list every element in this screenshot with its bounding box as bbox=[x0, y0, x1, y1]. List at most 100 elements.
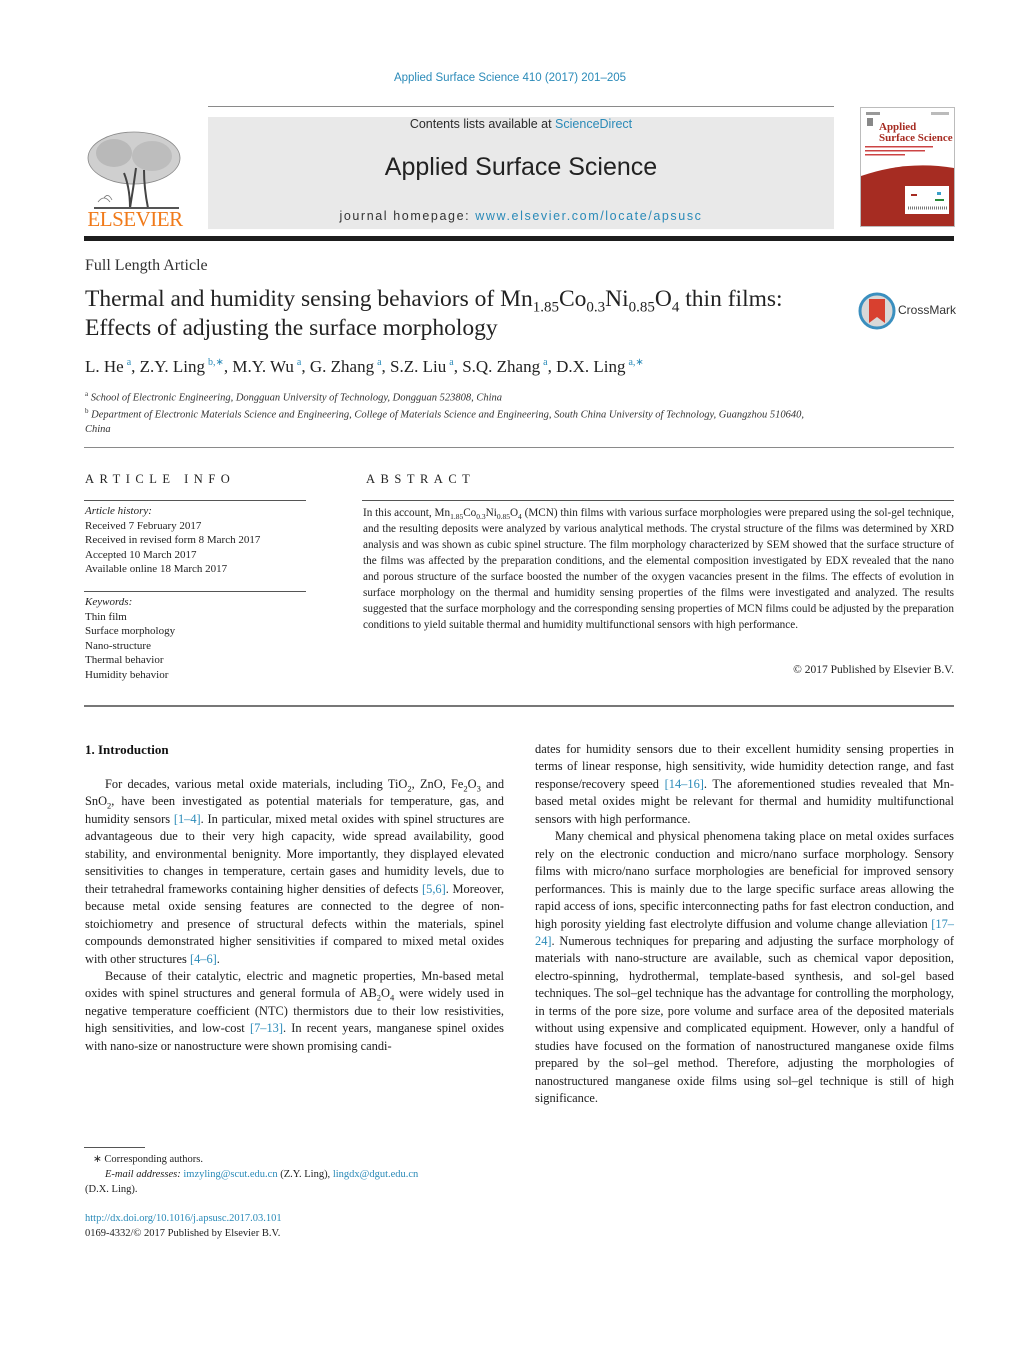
journal-masthead: Contents lists available at ScienceDirec… bbox=[208, 117, 834, 229]
author-affiliation-mark[interactable]: a bbox=[543, 357, 547, 368]
journal-homepage-link[interactable]: www.elsevier.com/locate/apsusc bbox=[475, 209, 702, 223]
author-name[interactable]: S.Z. Liu bbox=[390, 357, 446, 376]
abstract-copyright: © 2017 Published by Elsevier B.V. bbox=[793, 664, 954, 676]
abstract-body: In this account, Mn1.85Co0.3Ni0.85O4 (MC… bbox=[363, 505, 954, 633]
author-affiliation-mark[interactable]: a bbox=[127, 357, 131, 368]
author-affiliation-mark[interactable]: a,∗ bbox=[628, 357, 643, 368]
email-label: E-mail addresses: bbox=[105, 1169, 184, 1180]
crossmark-button[interactable]: CrossMark bbox=[858, 291, 958, 331]
keyword-item: Thin film bbox=[85, 610, 127, 623]
article-info-heading: ARTICLE INFO bbox=[85, 472, 236, 486]
author-affiliation-mark[interactable]: b,∗ bbox=[208, 357, 224, 368]
email-owner: (Z.Y. Ling), bbox=[277, 1169, 333, 1180]
body-column-left: For decades, various metal oxide materia… bbox=[85, 776, 504, 1055]
citation-link[interactable]: [7–13] bbox=[250, 1021, 283, 1035]
author-name[interactable]: Z.Y. Ling bbox=[140, 357, 205, 376]
history-item: Available online 18 March 2017 bbox=[85, 563, 228, 575]
article-history-label: Article history: bbox=[85, 505, 152, 517]
article-info-divider bbox=[84, 500, 306, 501]
text: O bbox=[381, 986, 390, 1001]
affiliation-text: Department of Electronic Materials Scien… bbox=[85, 409, 804, 435]
author-list: L. He a, Z.Y. Ling b,∗, M.Y. Wu a, G. Zhang… bbox=[85, 357, 644, 376]
doi-link[interactable]: http://dx.doi.org/10.1016/j.apsusc.2017.… bbox=[85, 1211, 282, 1226]
keywords-label: Keywords: bbox=[85, 596, 133, 608]
keyword-item: Nano-structure bbox=[85, 639, 151, 652]
affiliation-mark: a bbox=[85, 390, 89, 398]
keyword-item: Humidity behavior bbox=[85, 668, 169, 681]
title-subscript: 1.85 bbox=[532, 299, 559, 316]
abstract-text: Ni bbox=[485, 507, 497, 519]
article-title: Thermal and humidity sensing behaviors o… bbox=[85, 285, 830, 343]
running-head[interactable]: Applied Surface Science 410 (2017) 201–2… bbox=[0, 72, 1020, 84]
text: For decades, various metal oxide materia… bbox=[105, 777, 408, 791]
author-name[interactable]: D.X. Ling bbox=[556, 357, 625, 376]
citation-link[interactable]: [1–4] bbox=[174, 812, 201, 826]
text: . Numerous techniques for preparing and … bbox=[535, 933, 954, 1106]
affiliation-b: b Department of Electronic Materials Sci… bbox=[85, 404, 805, 437]
doi-block: http://dx.doi.org/10.1016/j.apsusc.2017.… bbox=[85, 1211, 282, 1241]
text: Many chemical and physical phenomena tak… bbox=[535, 829, 954, 931]
footnote-divider bbox=[84, 1147, 145, 1148]
keywords-divider bbox=[84, 591, 306, 592]
title-text: Ni bbox=[605, 286, 629, 312]
title-subscript: 0.85 bbox=[628, 299, 655, 316]
history-item: Received 7 February 2017 bbox=[85, 519, 202, 532]
affiliation-a: a School of Electronic Engineering, Dong… bbox=[85, 390, 502, 404]
corresponding-authors-note: ∗ Corresponding authors. bbox=[93, 1154, 203, 1165]
abstract-heading: ABSTRACT bbox=[366, 472, 476, 486]
citation-link[interactable]: [4–6] bbox=[190, 952, 217, 966]
abstract-subscript: 1.85 bbox=[450, 512, 464, 522]
homepage-line: journal homepage: www.elsevier.com/locat… bbox=[208, 209, 834, 223]
abstract-subscript: 0.85 bbox=[496, 512, 510, 522]
sciencedirect-link[interactable]: ScienceDirect bbox=[555, 117, 632, 131]
crossmark-icon bbox=[858, 292, 896, 330]
keyword-item: Surface morphology bbox=[85, 625, 176, 637]
cover-title: Applied Surface Science bbox=[879, 122, 953, 144]
body-column-right: dates for humidity sensors due to their … bbox=[535, 741, 954, 1108]
contents-prefix: Contents lists available at bbox=[409, 117, 556, 131]
author-affiliation-mark[interactable]: a bbox=[377, 357, 381, 368]
author-name[interactable]: S.Q. Zhang bbox=[462, 357, 540, 376]
affiliation-text: School of Electronic Engineering, Donggu… bbox=[90, 392, 503, 404]
email-link[interactable]: imzyling@scut.edu.cn bbox=[183, 1169, 277, 1180]
title-text: Co bbox=[558, 286, 587, 312]
keyword-item: Thermal behavior bbox=[85, 654, 164, 666]
paragraph: Many chemical and physical phenomena tak… bbox=[535, 828, 954, 1107]
affiliation-mark: b bbox=[85, 407, 89, 415]
abstract-text: O bbox=[509, 507, 519, 519]
author-affiliation-mark[interactable]: a bbox=[449, 357, 453, 368]
abstract-text: (MCN) thin films with various surface mo… bbox=[363, 507, 954, 631]
title-subscript: 0.3 bbox=[586, 299, 606, 316]
author-name[interactable]: M.Y. Wu bbox=[232, 357, 294, 376]
text: . bbox=[216, 951, 220, 966]
footnotes: ∗ Corresponding authors. E-mail addresse… bbox=[85, 1152, 505, 1197]
citation-link[interactable]: [14–16] bbox=[665, 777, 704, 791]
text: O bbox=[467, 777, 477, 791]
journal-citation-link[interactable]: Applied Surface Science 410 (2017) 201–2… bbox=[394, 72, 626, 84]
section-heading-introduction: 1. Introduction bbox=[85, 742, 169, 757]
email-link[interactable]: lingdx@dgut.edu.cn bbox=[333, 1169, 419, 1180]
abstract-subscript: 0.3 bbox=[476, 512, 486, 522]
abstract-text: Co bbox=[463, 507, 477, 519]
citation-link[interactable]: [5,6] bbox=[422, 882, 446, 896]
cover-title-line2: Surface Science bbox=[879, 132, 953, 144]
homepage-prefix: journal homepage: bbox=[339, 209, 476, 223]
issn-copyright: 0169-4332/© 2017 Published by Elsevier B… bbox=[85, 1228, 281, 1239]
author-name[interactable]: L. He bbox=[85, 357, 124, 376]
journal-cover-thumbnail[interactable]: Applied Surface Science bbox=[860, 107, 955, 227]
paragraph: Because of their catalytic, electric and… bbox=[85, 968, 504, 1055]
paragraph: For decades, various metal oxide materia… bbox=[85, 776, 504, 968]
title-text: Thermal and humidity sensing behaviors o… bbox=[85, 286, 533, 312]
article-history: Article history: Received 7 February 201… bbox=[85, 504, 260, 577]
affiliation-divider bbox=[84, 447, 954, 448]
elsevier-wordmark: ELSEVIER bbox=[87, 207, 183, 231]
email-line: E-mail addresses: imzyling@scut.edu.cn (… bbox=[85, 1167, 505, 1182]
abstract-divider bbox=[362, 500, 954, 501]
keywords: Keywords: Thin film Surface morphology N… bbox=[85, 595, 175, 682]
paragraph-continued: dates for humidity sensors due to their … bbox=[535, 741, 954, 828]
journal-name: Applied Surface Science bbox=[384, 153, 658, 181]
history-item: Received in revised form 8 March 2017 bbox=[85, 534, 261, 546]
history-item: Accepted 10 March 2017 bbox=[85, 548, 197, 561]
author-name[interactable]: G. Zhang bbox=[310, 357, 374, 376]
author-affiliation-mark[interactable]: a bbox=[297, 357, 301, 368]
